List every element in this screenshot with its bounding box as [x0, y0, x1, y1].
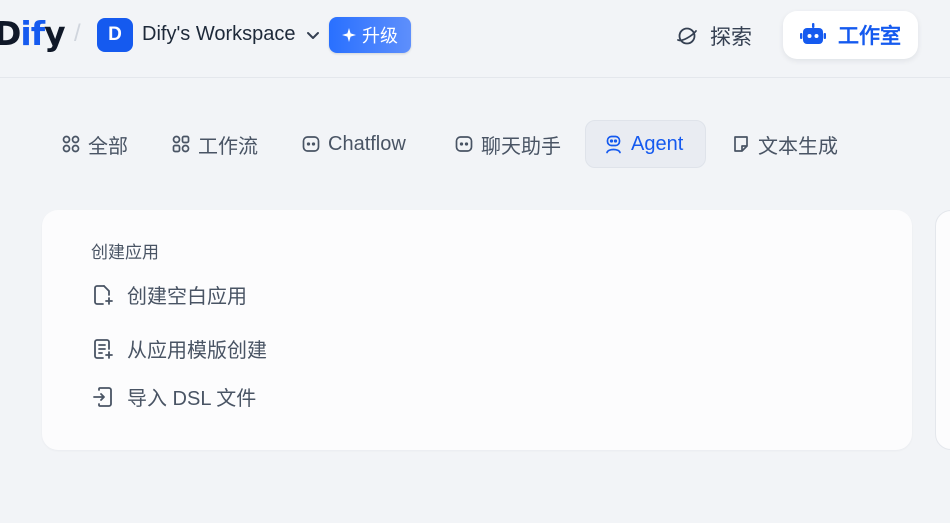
tab-text-generation[interactable]: 文本生成	[732, 120, 838, 168]
workflow-icon	[172, 135, 190, 153]
chatbot-icon	[302, 135, 320, 153]
tab-label: Agent	[631, 132, 684, 155]
workspace-name[interactable]: Dify's Workspace	[142, 23, 296, 46]
upgrade-button[interactable]: 升级	[329, 17, 411, 53]
sparkle-icon	[342, 28, 356, 42]
create-blank-app-label: 创建空白应用	[127, 286, 247, 308]
breadcrumb-separator: /	[74, 20, 81, 47]
dify-logo[interactable]: Dify	[0, 14, 66, 53]
import-dsl-button[interactable]: 导入 DSL 文件	[91, 382, 256, 411]
workspace-avatar[interactable]: D	[97, 18, 133, 52]
tab-label: Chatflow	[328, 132, 406, 155]
tab-chatflow[interactable]: Chatflow	[302, 120, 406, 168]
explore-nav[interactable]: 探索	[676, 21, 752, 51]
grid-icon	[62, 135, 80, 153]
create-from-template-label: 从应用模版创建	[127, 340, 267, 362]
tab-workflow[interactable]: 工作流	[172, 120, 258, 168]
app-type-tabs: 全部 工作流 Chatflow 聊天助手 Agent 文本生成	[0, 120, 950, 168]
tab-label: 全部	[88, 135, 128, 158]
tab-chat-assistant[interactable]: 聊天助手	[455, 120, 561, 168]
tab-label: 工作流	[198, 135, 258, 158]
tab-all[interactable]: 全部	[62, 120, 128, 168]
tab-label: 文本生成	[758, 135, 838, 158]
agent-icon	[604, 135, 623, 154]
top-bar: Dify / D Dify's Workspace 升级 探索 工作室	[0, 0, 950, 78]
tab-agent[interactable]: Agent	[585, 120, 706, 168]
document-icon	[732, 135, 750, 153]
create-blank-app-button[interactable]: 创建空白应用	[91, 280, 247, 309]
import-icon	[91, 385, 115, 409]
create-from-template-button[interactable]: 从应用模版创建	[91, 334, 267, 363]
file-plus-icon	[91, 283, 115, 307]
import-dsl-label: 导入 DSL 文件	[127, 388, 257, 410]
studio-nav[interactable]: 工作室	[783, 11, 918, 59]
chat-assistant-icon	[455, 135, 473, 153]
create-app-card: 创建应用 创建空白应用 从应用模版创建 导入 DSL 文件	[42, 210, 912, 450]
chevron-down-icon[interactable]	[305, 27, 321, 43]
robot-icon	[800, 23, 826, 47]
tab-label: 聊天助手	[481, 135, 561, 158]
studio-label: 工作室	[838, 25, 901, 48]
create-app-title: 创建应用	[91, 243, 159, 262]
template-icon	[91, 337, 115, 361]
app-card-partial[interactable]	[935, 210, 950, 450]
upgrade-label: 升级	[362, 26, 398, 46]
explore-label: 探索	[710, 26, 752, 49]
planet-icon	[676, 25, 698, 47]
